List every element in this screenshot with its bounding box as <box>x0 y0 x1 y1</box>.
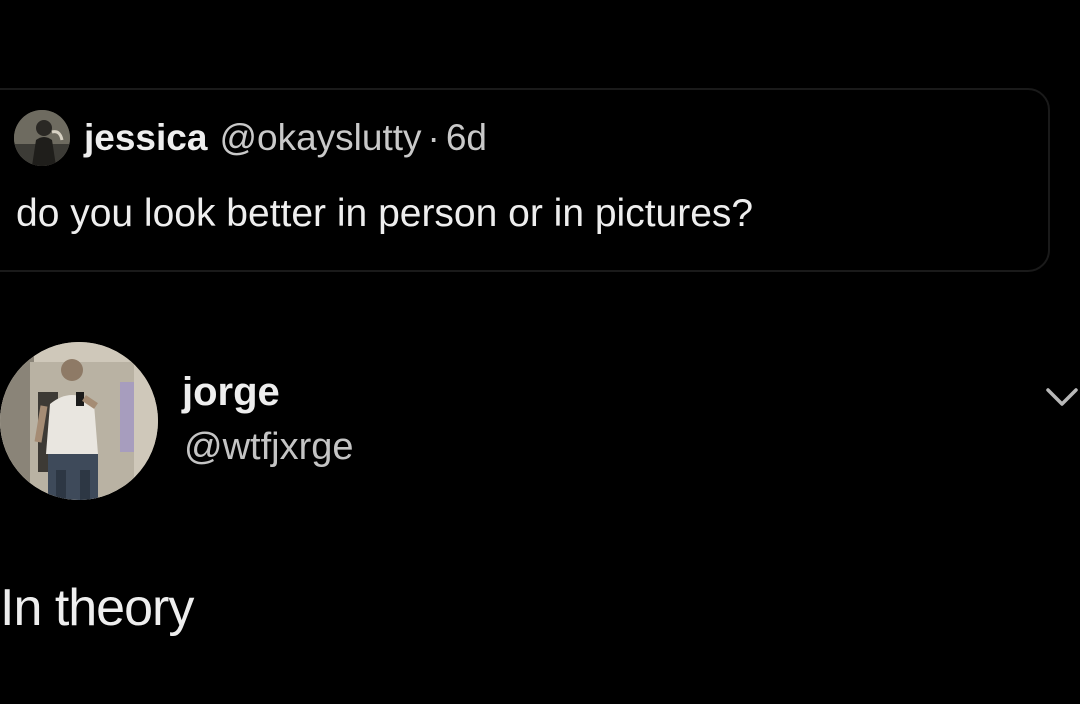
author-avatar[interactable] <box>0 342 158 500</box>
quoted-tweet-header: jessica @okayslutty · 6d <box>14 110 487 166</box>
quoted-author-handle[interactable]: @okayslutty <box>219 117 421 159</box>
quoted-tweet-text: do you look better in person or in pictu… <box>16 192 754 235</box>
quoted-author-avatar[interactable] <box>14 110 70 166</box>
author-handle[interactable]: @wtfjxrge <box>184 426 354 469</box>
quoted-timestamp[interactable]: 6d <box>446 117 487 159</box>
chevron-down-icon <box>1046 388 1078 406</box>
tweet-text: In theory <box>0 579 194 637</box>
more-options-button[interactable] <box>1042 380 1080 414</box>
author-name[interactable]: jorge <box>182 370 280 415</box>
quoted-author-name[interactable]: jessica <box>84 117 207 159</box>
timestamp-separator: · <box>427 117 440 158</box>
